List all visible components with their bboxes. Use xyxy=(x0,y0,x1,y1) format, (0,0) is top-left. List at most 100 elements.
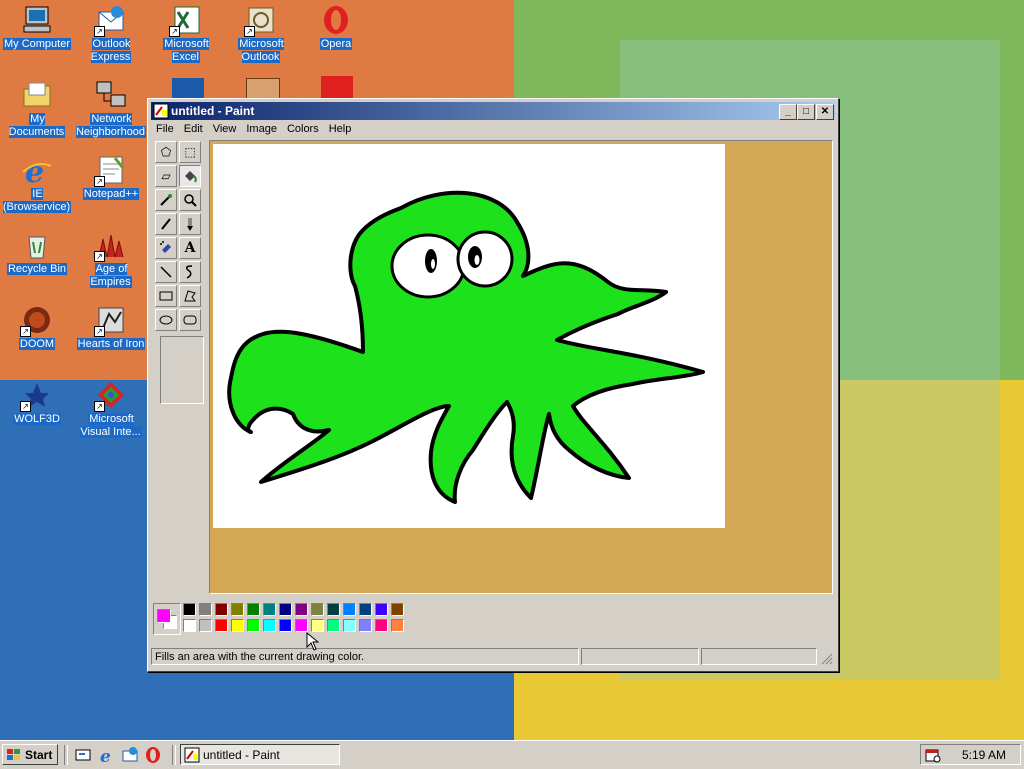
brush-tool[interactable] xyxy=(179,213,201,235)
palette-swatch[interactable] xyxy=(247,619,260,632)
desktop-icon-age-of-empires[interactable]: ↗ Age of Empires xyxy=(74,229,148,289)
desktop-icon-wolf3d[interactable]: ↗ WOLF3D xyxy=(0,379,74,426)
start-button[interactable]: Start xyxy=(2,744,58,765)
rectangle-tool[interactable] xyxy=(155,285,177,307)
palette-swatch[interactable] xyxy=(263,619,276,632)
desktop-icon-outlook[interactable]: ↗ Microsoft Outlook xyxy=(224,4,298,64)
desktop-icon-my-computer[interactable]: My Computer xyxy=(0,4,74,51)
palette-swatch[interactable] xyxy=(199,603,212,616)
line-icon xyxy=(160,266,172,278)
canvas-area[interactable] xyxy=(209,140,833,594)
paint-bucket-icon xyxy=(185,171,197,183)
desktop-icon-label: Recycle Bin xyxy=(6,263,68,275)
palette-swatch[interactable] xyxy=(183,619,196,632)
ellipse-tool[interactable] xyxy=(155,309,177,331)
palette-swatch[interactable] xyxy=(199,619,212,632)
palette-swatch[interactable] xyxy=(343,603,356,616)
desktop-icon-doom[interactable]: ↗ DOOM xyxy=(0,304,74,351)
show-desktop-icon[interactable] xyxy=(74,746,92,764)
palette-swatch[interactable] xyxy=(375,603,388,616)
palette-swatch[interactable] xyxy=(359,619,372,632)
desktop-icon-label: Microsoft Excel xyxy=(163,38,209,63)
visual-interdev-icon: ↗ xyxy=(94,379,127,412)
desktop-icon-notepadpp[interactable]: ↗ Notepad++ xyxy=(74,154,148,201)
palette-swatch[interactable] xyxy=(343,619,356,632)
desktop-icon-excel[interactable]: ↗ Microsoft Excel xyxy=(149,4,223,64)
maximize-button[interactable]: □ xyxy=(797,104,815,120)
palette-swatch[interactable] xyxy=(295,603,308,616)
internet-explorer-icon: e xyxy=(21,154,53,190)
curve-tool[interactable] xyxy=(179,261,201,283)
magnifier-tool[interactable] xyxy=(179,189,201,211)
close-button[interactable]: ✕ xyxy=(816,104,834,120)
desktop-icon-outlook-express[interactable]: ↗ Outlook Express xyxy=(74,4,148,64)
desktop-icon-label: Microsoft Visual Inte... xyxy=(80,413,142,438)
palette-swatch[interactable] xyxy=(231,619,244,632)
rounded-rectangle-tool[interactable] xyxy=(179,309,201,331)
palette-swatch[interactable] xyxy=(295,619,308,632)
desktop-icon-ie-browservice[interactable]: e IE (Browservice) xyxy=(0,154,74,214)
minimize-button[interactable]: _ xyxy=(779,104,797,120)
desktop-icon-label: Opera xyxy=(319,38,353,50)
palette-swatch[interactable] xyxy=(391,619,404,632)
taskbar: Start e untitled - Paint 5:19 AM xyxy=(0,740,1024,769)
tool-options-box[interactable] xyxy=(160,336,204,404)
resize-grip-icon[interactable] xyxy=(820,652,833,665)
palette-swatch[interactable] xyxy=(311,603,324,616)
text-icon: A xyxy=(184,240,196,256)
outlook-express-quicklaunch-icon[interactable] xyxy=(121,746,139,764)
palette-swatch[interactable] xyxy=(279,619,292,632)
desktop-icon-hearts-of-iron[interactable]: ↗ Hearts of Iron xyxy=(74,304,148,351)
primary-color-swatch[interactable] xyxy=(157,609,171,623)
line-tool[interactable] xyxy=(155,261,177,283)
palette-swatch[interactable] xyxy=(279,603,292,616)
text-tool[interactable]: A xyxy=(179,237,201,259)
palette-swatch[interactable] xyxy=(247,603,260,616)
rect-select-tool[interactable]: ⬚ xyxy=(179,141,201,163)
menu-view[interactable]: View xyxy=(208,122,242,136)
scheduler-tray-icon[interactable] xyxy=(925,747,941,763)
folder-icon xyxy=(21,79,53,111)
palette-swatch[interactable] xyxy=(231,603,244,616)
airbrush-tool[interactable] xyxy=(155,237,177,259)
rect-select-icon: ⬚ xyxy=(184,145,196,159)
palette-swatch[interactable] xyxy=(215,619,228,632)
palette-swatch[interactable] xyxy=(359,603,372,616)
status-cell-size xyxy=(701,648,817,665)
pick-color-tool[interactable] xyxy=(155,189,177,211)
pencil-tool[interactable] xyxy=(155,213,177,235)
brush-icon xyxy=(187,218,193,231)
desktop-icon-label: Network Neighborhood xyxy=(75,113,147,138)
palette-swatch[interactable] xyxy=(183,603,196,616)
palette-swatch[interactable] xyxy=(391,603,404,616)
drawing-canvas[interactable] xyxy=(213,144,725,528)
desktop-icon-network-neighborhood[interactable]: Network Neighborhood xyxy=(74,79,148,139)
menu-help[interactable]: Help xyxy=(324,122,357,136)
polygon-tool[interactable] xyxy=(179,285,201,307)
current-colors[interactable] xyxy=(153,603,181,635)
opera-quicklaunch-icon[interactable] xyxy=(144,746,162,764)
free-select-tool[interactable]: ⬠ xyxy=(155,141,177,163)
fill-tool[interactable] xyxy=(179,165,201,187)
palette-swatch[interactable] xyxy=(375,619,388,632)
paint-window[interactable]: untitled - Paint _ □ ✕ File Edit View Image… xyxy=(147,98,839,672)
palette-swatch[interactable] xyxy=(263,603,276,616)
menu-file[interactable]: File xyxy=(151,122,179,136)
desktop-icon-recycle-bin[interactable]: Recycle Bin xyxy=(0,229,74,276)
palette-swatch[interactable] xyxy=(327,619,340,632)
palette-swatch[interactable] xyxy=(311,619,324,632)
desktop-icon-opera[interactable]: Opera xyxy=(299,4,373,51)
palette-swatch[interactable] xyxy=(215,603,228,616)
internet-explorer-quicklaunch-icon[interactable]: e xyxy=(98,746,116,764)
desktop-icon-my-documents[interactable]: My Documents xyxy=(0,79,74,139)
menu-edit[interactable]: Edit xyxy=(179,122,208,136)
title-bar[interactable]: untitled - Paint _ □ ✕ xyxy=(151,102,835,120)
taskbar-button-paint[interactable]: untitled - Paint xyxy=(180,744,340,765)
menu-colors[interactable]: Colors xyxy=(282,122,324,136)
network-icon xyxy=(95,79,127,111)
desktop-icon-label: Microsoft Outlook xyxy=(238,38,284,63)
palette-swatch[interactable] xyxy=(327,603,340,616)
eraser-tool[interactable]: ▱ xyxy=(155,165,177,187)
menu-image[interactable]: Image xyxy=(241,122,282,136)
desktop-icon-visual-interdev[interactable]: ↗ Microsoft Visual Inte... xyxy=(74,379,148,439)
